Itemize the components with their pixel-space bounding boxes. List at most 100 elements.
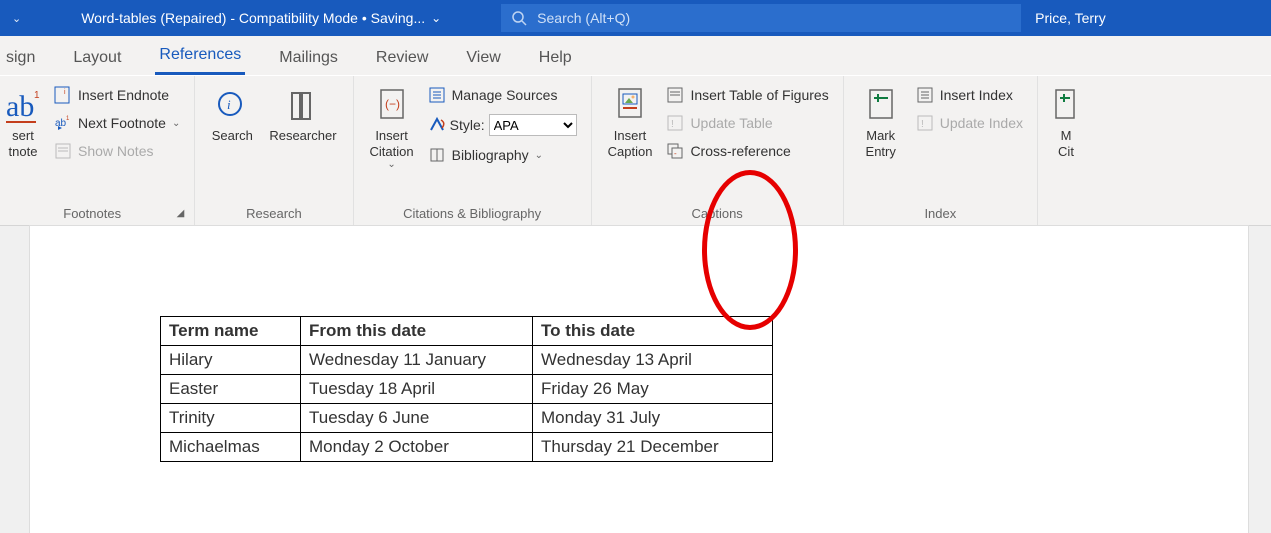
table-row[interactable]: Trinity Tuesday 6 June Monday 31 July bbox=[161, 404, 773, 433]
group-research: i Search Researcher Research bbox=[195, 76, 353, 225]
tab-view[interactable]: View bbox=[462, 43, 504, 75]
document-canvas: Term name From this date To this date Hi… bbox=[0, 226, 1271, 533]
svg-text:ab: ab bbox=[55, 118, 67, 129]
show-notes-icon bbox=[54, 142, 72, 160]
footnote-icon: ab1 bbox=[6, 84, 40, 128]
show-notes-button: Show Notes bbox=[50, 140, 184, 162]
update-table-button: ! Update Table bbox=[662, 112, 832, 134]
svg-text:-: - bbox=[674, 149, 677, 158]
insert-citation-label: Insert Citation bbox=[370, 128, 414, 159]
manage-sources-button[interactable]: Manage Sources bbox=[424, 84, 581, 106]
insert-footnote-button[interactable]: ab1 sert tnote bbox=[0, 82, 46, 161]
group-footnotes-label: Footnotes ◢ bbox=[0, 202, 184, 223]
search-button[interactable]: i Search bbox=[205, 82, 259, 146]
update-table-icon: ! bbox=[666, 114, 684, 132]
citation-style-row: Style: APA bbox=[424, 112, 581, 138]
svg-text:ab: ab bbox=[6, 90, 34, 123]
svg-text:i: i bbox=[227, 97, 231, 112]
cross-ref-icon: - bbox=[666, 142, 684, 160]
document-title: Word-tables (Repaired) - Compatibility M… bbox=[81, 10, 441, 26]
bibliography-button[interactable]: Bibliography ⌄ bbox=[424, 144, 581, 166]
tof-icon bbox=[666, 86, 684, 104]
svg-text:!: ! bbox=[671, 119, 674, 130]
th-from[interactable]: From this date bbox=[301, 317, 533, 346]
chevron-down-icon: ⌄ bbox=[387, 159, 395, 171]
insert-endnote-button[interactable]: i Insert Endnote bbox=[50, 84, 184, 106]
svg-text:1: 1 bbox=[66, 116, 70, 122]
group-captions-label: Captions bbox=[602, 202, 833, 223]
group-citations-label: Citations & Bibliography bbox=[364, 202, 581, 223]
group-toa: M Cit bbox=[1038, 76, 1094, 225]
svg-text:(−): (−) bbox=[385, 97, 400, 111]
dialog-launcher-icon[interactable]: ◢ bbox=[177, 208, 185, 219]
doc-title-text: Word-tables (Repaired) - Compatibility M… bbox=[81, 10, 425, 26]
bibliography-icon bbox=[428, 146, 446, 164]
tab-references[interactable]: References bbox=[155, 40, 245, 75]
insert-footnote-l2: tnote bbox=[9, 144, 38, 160]
table-row[interactable]: Easter Tuesday 18 April Friday 26 May bbox=[161, 375, 773, 404]
mark-citation-label: M Cit bbox=[1058, 128, 1074, 159]
mark-entry-label: Mark Entry bbox=[866, 128, 896, 159]
insert-caption-label: Insert Caption bbox=[608, 128, 653, 159]
mark-citation-icon bbox=[1054, 84, 1078, 128]
tab-layout[interactable]: Layout bbox=[69, 43, 125, 75]
chevron-down-icon: ⌄ bbox=[535, 150, 543, 161]
insert-citation-button[interactable]: (−) Insert Citation ⌄ bbox=[364, 82, 420, 173]
svg-text:i: i bbox=[64, 89, 66, 96]
title-bar: ⌄ Word-tables (Repaired) - Compatibility… bbox=[0, 0, 1271, 36]
smart-lookup-icon: i bbox=[215, 84, 249, 128]
update-table-label: Update Table bbox=[690, 115, 772, 131]
mark-entry-icon bbox=[864, 84, 898, 128]
insert-index-button[interactable]: Insert Index bbox=[912, 84, 1027, 106]
search-box[interactable] bbox=[501, 4, 1021, 32]
next-footnote-label: Next Footnote bbox=[78, 115, 166, 131]
caption-icon bbox=[613, 84, 647, 128]
cross-reference-button[interactable]: - Cross-reference bbox=[662, 140, 832, 162]
style-label: Style: bbox=[450, 117, 485, 133]
group-index-label: Index bbox=[854, 202, 1027, 223]
table-header-row: Term name From this date To this date bbox=[161, 317, 773, 346]
tab-mailings[interactable]: Mailings bbox=[275, 43, 342, 75]
table-row[interactable]: Michaelmas Monday 2 October Thursday 21 … bbox=[161, 433, 773, 462]
group-citations: (−) Insert Citation ⌄ Manage Sources Sty… bbox=[354, 76, 592, 225]
manage-sources-label: Manage Sources bbox=[452, 87, 558, 103]
svg-text:!: ! bbox=[921, 119, 924, 130]
update-index-button: ! Update Index bbox=[912, 112, 1027, 134]
terms-table[interactable]: Term name From this date To this date Hi… bbox=[160, 316, 773, 462]
ribbon: ab1 sert tnote i Insert Endnote ab1 Next… bbox=[0, 76, 1271, 226]
chevron-down-icon: ⌄ bbox=[172, 118, 180, 129]
researcher-label: Researcher bbox=[269, 128, 336, 144]
svg-text:1: 1 bbox=[34, 90, 40, 101]
insert-tof-button[interactable]: Insert Table of Figures bbox=[662, 84, 832, 106]
mark-citation-button[interactable]: M Cit bbox=[1048, 82, 1084, 161]
next-footnote-icon: ab1 bbox=[54, 114, 72, 132]
tab-review[interactable]: Review bbox=[372, 43, 432, 75]
search-input[interactable] bbox=[537, 10, 1011, 26]
bibliography-label: Bibliography bbox=[452, 147, 529, 163]
insert-footnote-l1: sert bbox=[12, 128, 34, 144]
th-term[interactable]: Term name bbox=[161, 317, 301, 346]
insert-tof-label: Insert Table of Figures bbox=[690, 87, 828, 103]
update-index-icon: ! bbox=[916, 114, 934, 132]
update-index-label: Update Index bbox=[940, 115, 1023, 131]
researcher-button[interactable]: Researcher bbox=[263, 82, 342, 146]
researcher-icon bbox=[286, 84, 320, 128]
tab-help[interactable]: Help bbox=[535, 43, 576, 75]
page[interactable]: Term name From this date To this date Hi… bbox=[30, 226, 1248, 533]
next-footnote-button[interactable]: ab1 Next Footnote ⌄ bbox=[50, 112, 184, 134]
table-row[interactable]: Hilary Wednesday 11 January Wednesday 13… bbox=[161, 346, 773, 375]
style-select[interactable]: APA bbox=[489, 114, 577, 136]
insert-caption-button[interactable]: Insert Caption bbox=[602, 82, 659, 161]
endnote-icon: i bbox=[54, 86, 72, 104]
qat-chevron-icon[interactable]: ⌄ bbox=[12, 12, 21, 25]
tab-design[interactable]: sign bbox=[2, 43, 39, 75]
mark-entry-button[interactable]: Mark Entry bbox=[854, 82, 908, 161]
insert-endnote-label: Insert Endnote bbox=[78, 87, 169, 103]
show-notes-label: Show Notes bbox=[78, 143, 153, 159]
insert-index-label: Insert Index bbox=[940, 87, 1013, 103]
group-index: Mark Entry Insert Index ! Update Index I… bbox=[844, 76, 1038, 225]
th-to[interactable]: To this date bbox=[533, 317, 773, 346]
search-label: Search bbox=[212, 128, 253, 144]
title-dropdown-icon[interactable]: ⌄ bbox=[431, 11, 441, 25]
user-name[interactable]: Price, Terry bbox=[1035, 10, 1106, 26]
